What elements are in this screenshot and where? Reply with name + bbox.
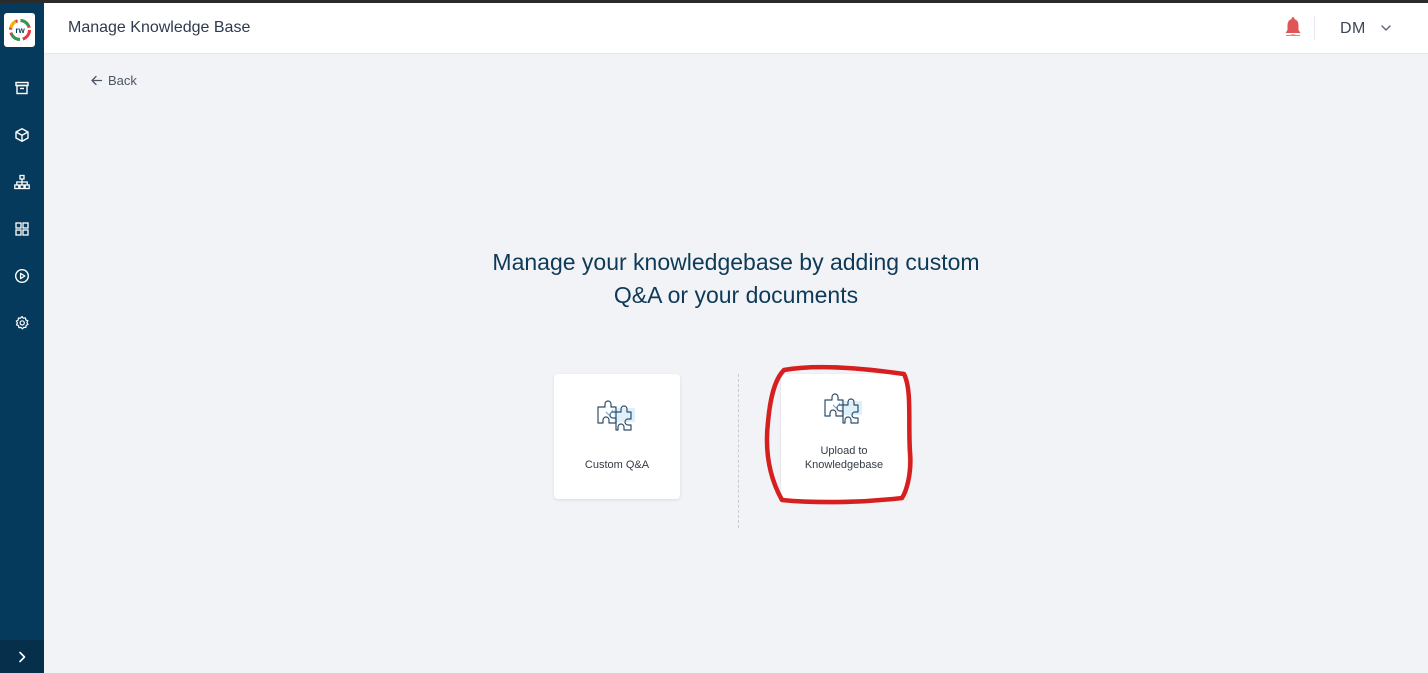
sidebar: rw	[0, 3, 44, 673]
sidebar-item-play[interactable]	[12, 266, 32, 286]
archive-icon	[15, 81, 29, 95]
sidebar-item-settings[interactable]	[12, 313, 32, 333]
chevron-down-icon	[1381, 25, 1391, 31]
custom-qa-label: Custom Q&A	[584, 459, 650, 471]
sidebar-item-cube[interactable]	[12, 125, 32, 145]
sidebar-item-archive[interactable]	[12, 78, 32, 98]
upload-knowledgebase-card[interactable]: Upload to Knowledgebase	[781, 374, 907, 499]
notifications-button[interactable]	[1282, 16, 1304, 40]
upload-label-line-1: Upload to	[820, 445, 868, 457]
options-divider	[738, 374, 739, 528]
page-headline: Manage your knowledgebase by adding cust…	[436, 246, 1036, 312]
headline-line-1: Manage your knowledgebase by adding cust…	[492, 249, 980, 275]
user-avatar-initials[interactable]: DM	[1340, 20, 1366, 38]
play-circle-icon	[14, 268, 30, 284]
grid-icon	[15, 222, 29, 236]
top-header: Manage Knowledge Base DM	[44, 3, 1428, 54]
settings-icon	[15, 315, 29, 330]
chevron-right-icon	[19, 651, 26, 662]
page-title: Manage Knowledge Base	[68, 19, 251, 36]
header-divider	[1314, 16, 1315, 40]
user-menu-toggle[interactable]	[1379, 21, 1393, 35]
sidebar-item-grid[interactable]	[12, 219, 32, 239]
bell-icon	[1285, 17, 1301, 37]
sidebar-expand-button[interactable]	[0, 640, 44, 673]
back-link[interactable]: Back	[90, 73, 137, 88]
headline-line-2: Q&A or your documents	[613, 282, 859, 308]
sidebar-item-hierarchy[interactable]	[12, 172, 32, 192]
upload-label-line-2: Knowledgebase	[804, 459, 884, 471]
cube-icon	[15, 128, 29, 142]
puzzle-icon	[597, 400, 635, 431]
upload-knowledgebase-label: Upload to Knowledgebase	[781, 444, 907, 472]
puzzle-icon	[824, 393, 862, 424]
back-label: Back	[108, 73, 137, 88]
hierarchy-icon	[14, 174, 30, 190]
arrow-left-icon	[91, 75, 103, 86]
svg-text:rw: rw	[15, 26, 25, 35]
custom-qa-card[interactable]: Custom Q&A	[554, 374, 680, 499]
app-logo[interactable]: rw	[4, 13, 35, 47]
logo-ring-icon: rw	[8, 19, 31, 41]
